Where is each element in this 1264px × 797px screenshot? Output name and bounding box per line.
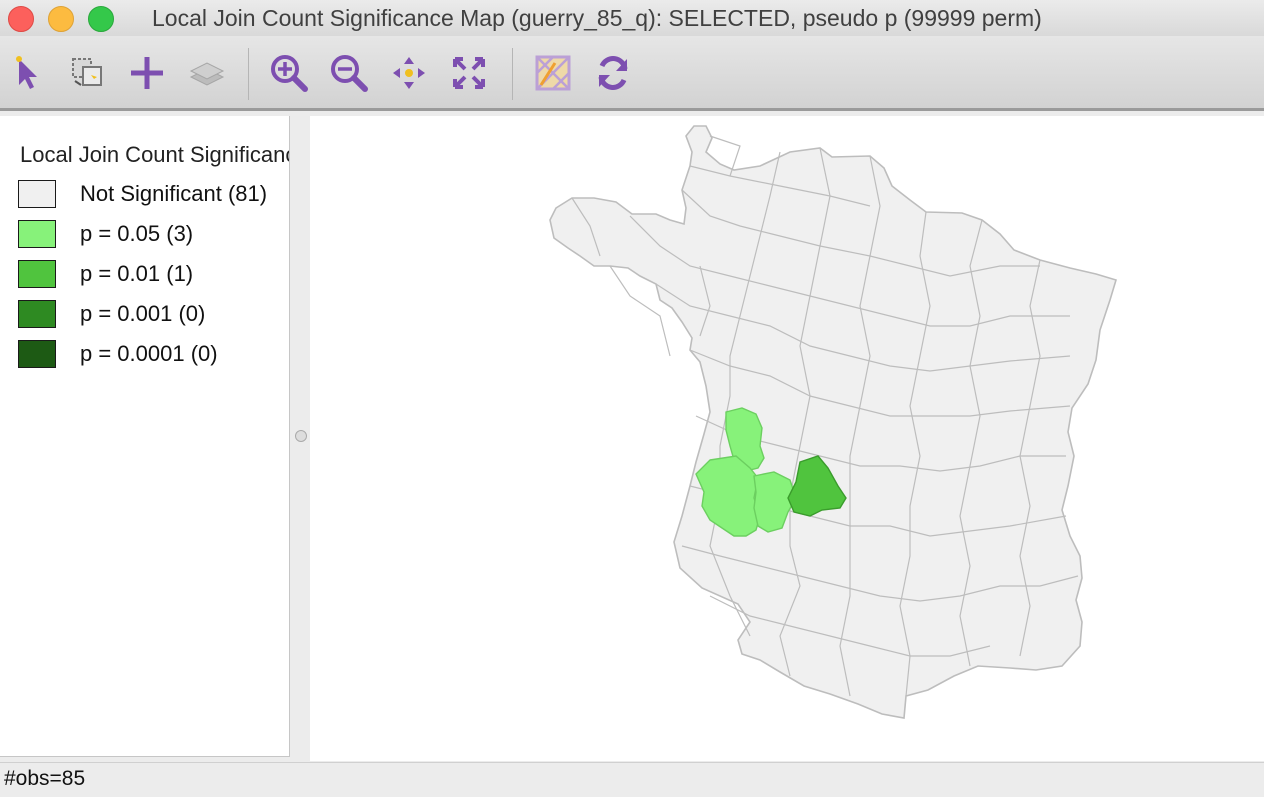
status-bar: #obs=85 <box>0 762 1264 797</box>
toolbar <box>0 36 1264 111</box>
refresh-button[interactable] <box>590 50 636 96</box>
window-title: Local Join Count Significance Map (guerr… <box>152 5 1042 31</box>
select-pointer-icon <box>16 56 37 89</box>
legend-swatch[interactable] <box>18 300 56 328</box>
legend-label: p = 0.0001 (0) <box>80 341 218 366</box>
selection-shape-icon <box>72 58 102 86</box>
pan-icon <box>393 57 425 89</box>
full-extent-button[interactable] <box>446 50 492 96</box>
full-extent-icon <box>453 57 485 89</box>
zoom-in-button[interactable] <box>266 50 312 96</box>
legend-item[interactable]: p = 0.01 (1) <box>18 260 289 290</box>
legend-swatch[interactable] <box>18 180 56 208</box>
legend-label: p = 0.001 (0) <box>80 301 206 326</box>
pan-button[interactable] <box>386 50 432 96</box>
zoom-out-icon <box>331 55 368 92</box>
legend-item[interactable]: p = 0.05 (3) <box>18 220 289 250</box>
legend-swatch[interactable] <box>18 220 56 248</box>
close-window-button[interactable] <box>8 6 34 32</box>
title-bar: Local Join Count Significance Map (guerr… <box>0 0 1264 36</box>
toolbar-separator <box>248 48 249 100</box>
legend-label: Not Significant (81) <box>80 181 268 206</box>
legend-panel: Local Join Count Significance Not Signif… <box>0 116 290 757</box>
france-outline[interactable] <box>549 125 1117 719</box>
layers-icon <box>189 62 225 86</box>
zoom-in-icon <box>271 55 308 92</box>
add-icon <box>131 57 163 89</box>
legend-label: p = 0.01 (1) <box>80 261 194 286</box>
minimize-window-button[interactable] <box>48 6 74 32</box>
select-pointer-button[interactable] <box>6 50 52 96</box>
map-canvas[interactable] <box>310 116 1264 761</box>
legend-item[interactable]: p = 0.001 (0) <box>18 300 289 330</box>
splitter-handle[interactable] <box>295 430 307 442</box>
legend-item[interactable]: Not Significant (81) <box>18 180 289 210</box>
layers-button[interactable] <box>184 50 230 96</box>
add-button[interactable] <box>124 50 170 96</box>
toolbar-separator <box>512 48 513 100</box>
status-obs-count: #obs=85 <box>4 767 86 790</box>
legend-swatch[interactable] <box>18 260 56 288</box>
panel-splitter[interactable] <box>290 116 310 761</box>
maximize-window-button[interactable] <box>88 6 114 32</box>
legend-title: Local Join Count Significance <box>20 142 290 167</box>
refresh-icon <box>598 56 628 90</box>
france-departments[interactable] <box>549 125 1117 719</box>
france-map[interactable] <box>310 116 1264 761</box>
selection-shape-button[interactable] <box>64 50 110 96</box>
legend-swatch[interactable] <box>18 340 56 368</box>
legend-label: p = 0.05 (3) <box>80 221 194 246</box>
zoom-out-button[interactable] <box>326 50 372 96</box>
legend-item[interactable]: p = 0.0001 (0) <box>18 340 289 370</box>
basemap-button[interactable] <box>530 50 576 96</box>
basemap-icon <box>535 55 571 91</box>
